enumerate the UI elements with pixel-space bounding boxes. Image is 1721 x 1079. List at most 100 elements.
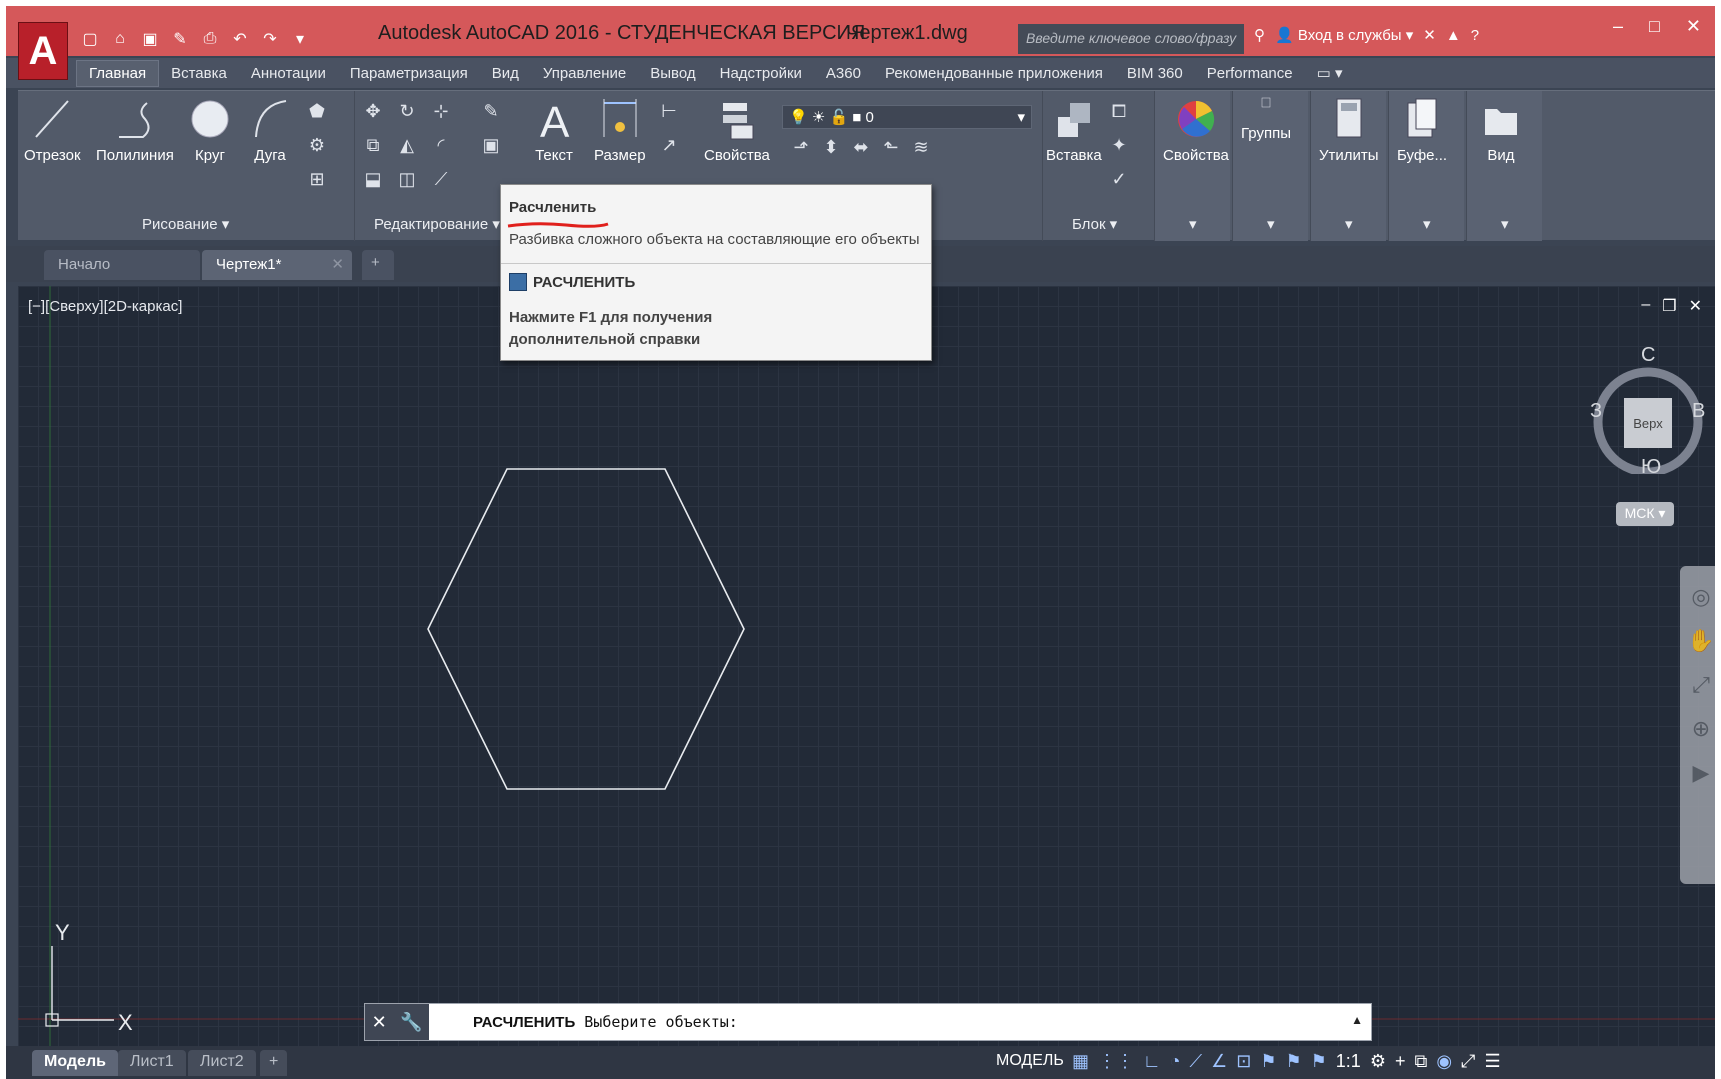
trim-icon[interactable]: ⊹ (430, 101, 452, 123)
rotate-icon[interactable]: ↻ (396, 101, 418, 123)
block-attribute-icon[interactable]: ✓ (1108, 169, 1130, 191)
search-input[interactable]: Введите ключевое слово/фразу (1018, 24, 1244, 54)
rectangle-icon[interactable]: ⊞ (306, 169, 328, 191)
new-file-icon[interactable]: ▢ (78, 28, 102, 50)
zoom-extents-icon[interactable]: ⤢ (1680, 672, 1715, 698)
open-file-icon[interactable]: ⌂ (108, 28, 132, 50)
close-tab-icon[interactable]: ✕ (331, 255, 344, 273)
tab-layout2[interactable]: Лист2 (188, 1050, 256, 1076)
signin-button[interactable]: 👤 Вход в службы ▾ (1275, 26, 1413, 44)
layer-tool-3-icon[interactable]: ⬌ (850, 137, 872, 159)
explode-icon[interactable]: ▣ (480, 135, 502, 157)
tab-parametric[interactable]: Параметризация (338, 61, 480, 86)
ucs-menu-button[interactable]: МСК ▾ (1616, 502, 1674, 526)
layer-dropdown[interactable]: 💡 ☀ 🔓 ■ 0 ▾ (782, 105, 1032, 129)
layer-tool-1-icon[interactable]: ⬏ (790, 137, 812, 159)
orbit-icon[interactable]: ⊕ (1680, 716, 1715, 742)
maximize-icon[interactable]: □ (1649, 16, 1660, 37)
scale-icon[interactable]: ◫ (396, 169, 418, 191)
copy-icon[interactable]: ⧉ (362, 135, 384, 157)
scale-value[interactable]: 1:1 (1336, 1051, 1361, 1072)
customize-qat-icon[interactable]: ▾ (288, 28, 312, 50)
tab-view[interactable]: Вид (480, 61, 531, 86)
command-line[interactable]: ✕ 🔧 РАСЧЛЕНИТЬ Выберите объекты: ▲ (364, 1003, 1372, 1041)
minimize-icon[interactable]: – (1613, 16, 1623, 37)
autoscale-icon[interactable]: ⚑ (1286, 1051, 1302, 1072)
modify-panel-label[interactable]: Редактирование ▾ (374, 215, 500, 233)
viewcube[interactable]: С Ю З В Верх (1588, 344, 1708, 478)
tab-output[interactable]: Вывод (638, 61, 707, 86)
tab-bim360[interactable]: BIM 360 (1115, 61, 1195, 86)
properties-panel-button[interactable]: Свойства ▾ (1154, 91, 1230, 241)
tab-manage[interactable]: Управление (531, 61, 638, 86)
polar-icon[interactable]: ◔ (1170, 1051, 1181, 1072)
stretch-icon[interactable]: ⬓ (362, 169, 384, 191)
tab-drawing1[interactable]: Чертеж1* ✕ (202, 250, 352, 280)
command-close-icon[interactable]: ✕ (372, 1012, 387, 1033)
grid-icon[interactable]: ▦ (1072, 1051, 1089, 1072)
layer-properties-button[interactable]: Свойства (704, 97, 770, 164)
tab-annotate[interactable]: Аннотации (239, 61, 338, 86)
layer-tool-5-icon[interactable]: ≋ (910, 137, 932, 159)
command-customize-icon[interactable]: 🔧 (400, 1012, 422, 1033)
clipboard-panel-button[interactable]: Буфе... ▾ (1388, 91, 1464, 241)
redo-icon[interactable]: ↷ (258, 28, 282, 50)
layer-tool-4-icon[interactable]: ⬑ (880, 137, 902, 159)
steering-wheel-icon[interactable]: ◎ (1680, 584, 1715, 610)
leader-icon[interactable]: ↗ (658, 135, 680, 157)
viewcube-top-face[interactable]: Верх (1624, 398, 1672, 448)
tab-performance[interactable]: Performance (1195, 61, 1305, 86)
insert-block-button[interactable]: Вставка (1046, 97, 1102, 164)
fullscreen-icon[interactable]: ⤢ (1461, 1051, 1475, 1072)
close-icon[interactable]: ✕ (1686, 16, 1701, 37)
save-icon[interactable]: ▣ (138, 28, 162, 50)
command-history-icon[interactable]: ▲ (1351, 1013, 1363, 1027)
drawing-area[interactable]: [−][Сверху][2D-каркас] – ❐ ✕ Y X С Ю З В… (18, 286, 1715, 1046)
compass-west[interactable]: З (1590, 400, 1602, 423)
ortho-icon[interactable]: ∟ (1143, 1051, 1161, 1072)
pan-hand-icon[interactable]: ✋ (1680, 628, 1715, 654)
polygon-icon[interactable]: ⬟ (306, 101, 328, 123)
create-block-icon[interactable]: ⧠ (1108, 101, 1130, 123)
block-panel-label[interactable]: Блок ▾ (1072, 215, 1117, 233)
tab-start[interactable]: Начало (44, 250, 200, 280)
binoculars-icon[interactable]: ⚲ (1254, 26, 1265, 44)
compass-south[interactable]: Ю (1641, 456, 1661, 479)
units-icon[interactable]: ⧉ (1414, 1051, 1427, 1072)
osnap-track-icon[interactable]: ∠ (1211, 1051, 1227, 1072)
model-space-label[interactable]: МОДЕЛЬ (996, 1052, 1064, 1070)
tab-addins[interactable]: Надстройки (708, 61, 814, 86)
help-icon[interactable]: ? (1471, 27, 1479, 44)
array-icon[interactable]: ⟋ (430, 169, 452, 191)
arc-tool-button[interactable]: Дуга (250, 97, 290, 164)
ribbon-minimize-icon[interactable]: ▭ ▾ (1305, 60, 1355, 86)
plus-icon[interactable]: + (1395, 1051, 1406, 1072)
add-layout-icon[interactable]: + (260, 1050, 288, 1076)
hexagon-polygon[interactable] (427, 468, 745, 790)
tab-home[interactable]: Главная (76, 59, 160, 87)
circle-tool-button[interactable]: Круг (190, 97, 230, 164)
layer-tool-2-icon[interactable]: ⬍ (820, 137, 842, 159)
autodesk-icon[interactable]: ▲ (1446, 27, 1461, 44)
edit-block-icon[interactable]: ✦ (1108, 135, 1130, 157)
save-as-icon[interactable]: ✎ (168, 28, 192, 50)
isolate-icon[interactable]: ◉ (1436, 1051, 1452, 1072)
hatch-icon[interactable]: ⚙ (306, 135, 328, 157)
compass-east[interactable]: В (1692, 400, 1705, 423)
linear-dim-icon[interactable]: ⊢ (658, 101, 680, 123)
settings-gear-icon[interactable]: ⚙ (1370, 1051, 1386, 1072)
dimension-tool-button[interactable]: Размер (594, 97, 646, 164)
undo-icon[interactable]: ↶ (228, 28, 252, 50)
tab-a360[interactable]: A360 (814, 61, 873, 86)
line-tool-button[interactable]: Отрезок (24, 97, 81, 164)
snap-icon[interactable]: ⋮⋮ (1098, 1051, 1134, 1072)
move-icon[interactable]: ✥ (362, 101, 384, 123)
new-tab-icon[interactable]: + (362, 250, 394, 280)
tab-insert[interactable]: Вставка (159, 61, 239, 86)
tab-model[interactable]: Модель (32, 1050, 118, 1076)
fillet-icon[interactable]: ◜ (430, 135, 452, 157)
showmotion-icon[interactable]: ▶ (1680, 760, 1715, 786)
view-panel-button[interactable]: Вид ▾ (1466, 91, 1542, 241)
annotation-visibility-icon[interactable]: ⚑ (1260, 1051, 1276, 1072)
print-icon[interactable]: ⎙ (198, 28, 222, 50)
